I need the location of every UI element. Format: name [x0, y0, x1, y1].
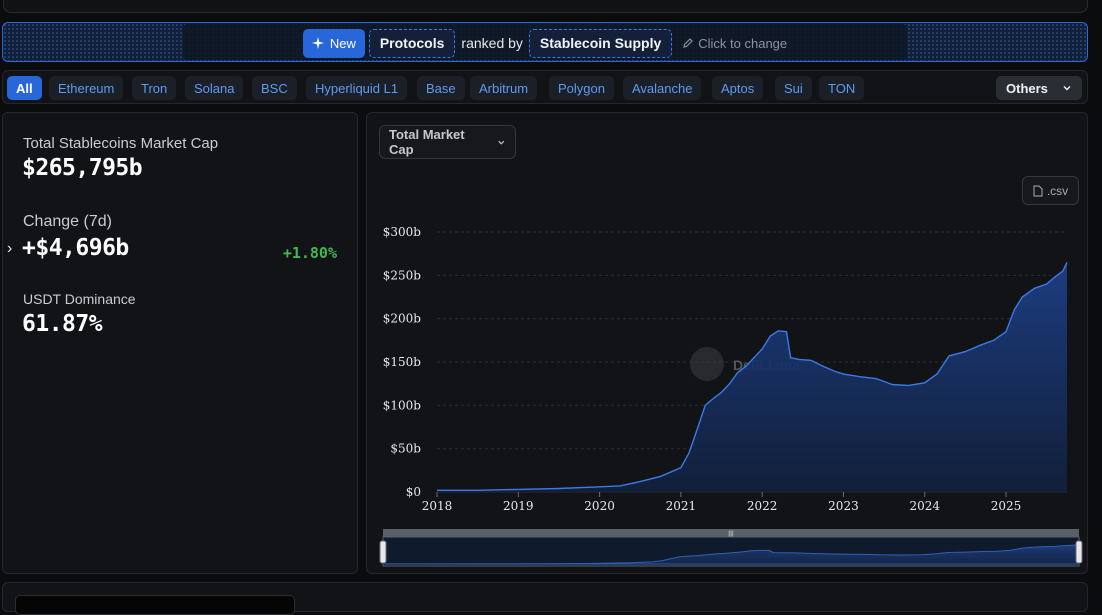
bottom-tab[interactable] — [15, 595, 295, 615]
y-tick-label: $150b — [383, 355, 422, 369]
others-label: Others — [1006, 80, 1048, 96]
chain-chip-tron[interactable]: Tron — [132, 76, 177, 100]
change-7d-percent: +1.80% — [282, 244, 337, 262]
y-tick-label: $0 — [406, 485, 421, 499]
chart-metric-dropdown[interactable]: Total Market Cap — [379, 125, 516, 159]
click-to-change-label: Click to change — [698, 35, 788, 51]
pencil-icon — [683, 38, 694, 48]
llama-logo-icon — [690, 347, 724, 381]
chain-chip-ethereum[interactable]: Ethereum — [49, 76, 124, 100]
x-tick-label: 2018 — [422, 499, 453, 513]
ranked-by-text: ranked by — [461, 35, 523, 51]
chain-filter-bar: Others All Ethereum Tron Solana BSC Hyperliqu… — [2, 70, 1088, 104]
sparkle-icon — [311, 37, 324, 49]
x-tick-label: 2019 — [503, 499, 534, 513]
y-tick-label: $250b — [383, 268, 422, 282]
chain-chip-polygon[interactable]: Polygon — [549, 76, 614, 100]
x-tick-label: 2020 — [584, 499, 615, 513]
chain-chip-arbitrum[interactable]: Arbitrum — [470, 76, 538, 100]
click-to-change-hint[interactable]: Click to change — [682, 36, 787, 51]
brush-handle-left[interactable] — [379, 540, 387, 564]
new-button[interactable]: New — [302, 28, 365, 58]
market-cap-area — [437, 262, 1067, 492]
chain-chip-bsc[interactable]: BSC — [252, 76, 297, 100]
chart-metric-label: Total Market Cap — [389, 127, 465, 157]
csv-label: .csv — [1046, 183, 1069, 198]
chain-chip-base[interactable]: Base — [417, 76, 465, 100]
ranking-banner: New Protocols ranked by Stablecoin Suppl… — [2, 22, 1088, 62]
chain-chip-avalanche[interactable]: Avalanche — [623, 76, 702, 100]
change-7d-label: Change (7d) — [23, 213, 112, 230]
y-tick-label: $100b — [383, 398, 422, 412]
x-tick-label: 2021 — [666, 499, 697, 513]
change-7d-value: +$4,696b — [22, 235, 129, 261]
usdt-dominance-label: USDT Dominance — [23, 291, 136, 307]
total-market-cap-value: $265,795b — [22, 155, 143, 181]
new-button-label: New — [329, 35, 356, 51]
chain-chip-aptos[interactable]: Aptos — [712, 76, 764, 100]
y-tick-label: $50b — [390, 442, 421, 456]
market-cap-chart: $0 $50b $100b $150b $200b $250b $300b 2018 2019 2… — [379, 225, 1083, 567]
total-market-cap-label: Total Stablecoins Market Cap — [23, 135, 219, 152]
x-tick-label: 2023 — [828, 499, 859, 513]
others-dropdown[interactable]: Others — [996, 76, 1082, 100]
y-tick-label: $300b — [383, 225, 422, 239]
metric-selector[interactable]: Stablecoin Supply — [528, 28, 673, 58]
chain-chip-hyperliquid-l1[interactable]: Hyperliquid L1 — [306, 76, 408, 100]
brush-handle-right[interactable] — [1075, 540, 1083, 564]
top-section-strip — [0, 0, 1102, 16]
stats-panel: Total Stablecoins Market Cap $265,795b C… — [2, 112, 358, 574]
chart-panel: $0 $50b $100b $150b $200b $250b $300b 2018 2019 2… — [366, 112, 1088, 574]
csv-download-button[interactable]: .csv — [1022, 176, 1079, 205]
chain-chip-solana[interactable]: Solana — [185, 76, 244, 100]
x-tick-label: 2024 — [909, 499, 940, 513]
y-tick-label: $200b — [383, 312, 422, 326]
chain-chip-sui[interactable]: Sui — [775, 76, 812, 100]
usdt-dominance-value: 61.87% — [22, 311, 103, 337]
chevron-down-icon — [498, 140, 505, 145]
top-section-frame — [3, 0, 1088, 13]
file-icon — [1033, 185, 1043, 196]
bottom-section-strip — [2, 582, 1088, 615]
x-tick-label: 2025 — [991, 499, 1022, 513]
chain-chip-all[interactable]: All — [7, 76, 42, 100]
protocols-selector[interactable]: Protocols — [368, 28, 456, 58]
chevron-down-icon — [1063, 86, 1071, 91]
x-tick-label: 2022 — [747, 499, 778, 513]
expand-chevron-icon[interactable]: › — [7, 240, 12, 258]
chain-chip-ton[interactable]: TON — [819, 76, 865, 100]
